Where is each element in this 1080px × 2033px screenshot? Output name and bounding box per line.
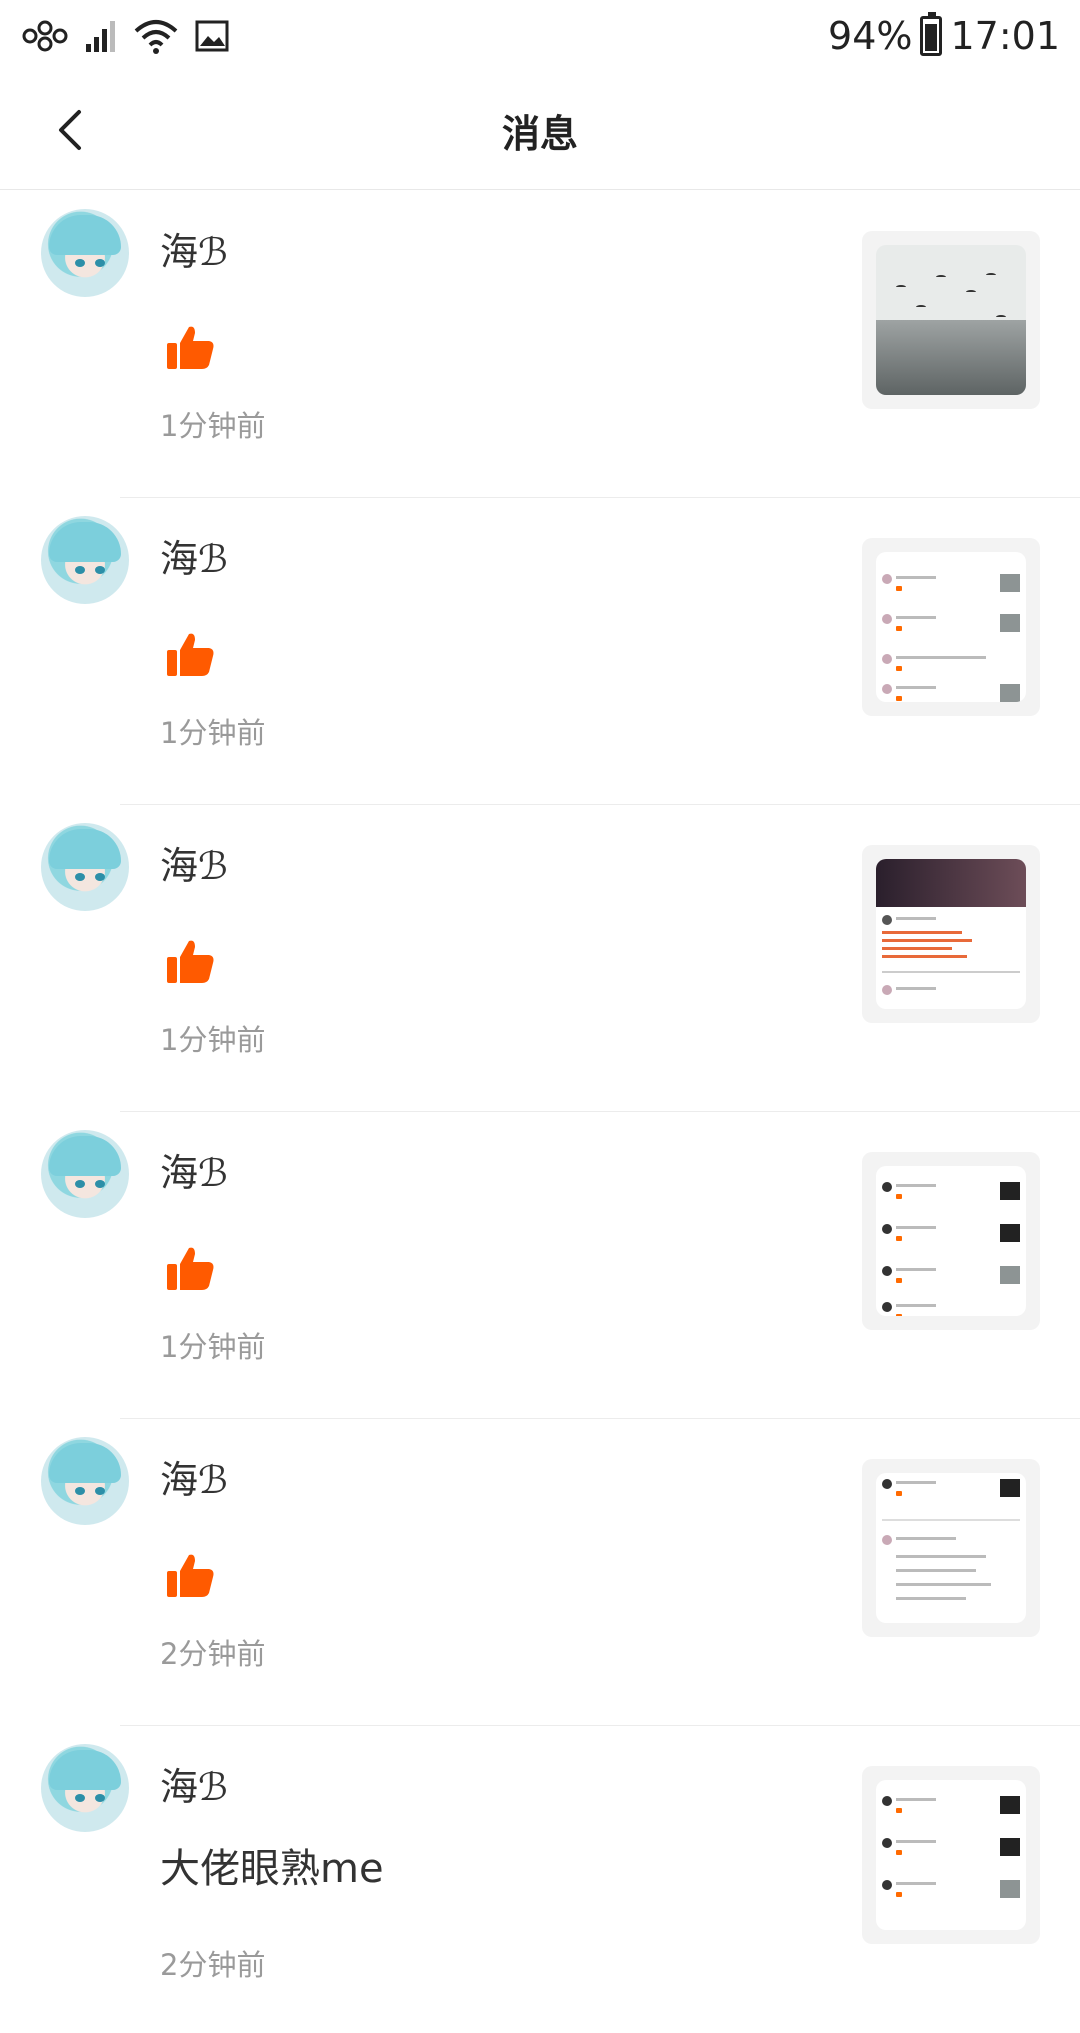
avatar[interactable] xyxy=(41,516,129,604)
post-thumbnail[interactable] xyxy=(862,1766,1040,1944)
page-title: 消息 xyxy=(501,112,578,156)
comments-screenshot xyxy=(876,1473,1026,1623)
timestamp: 1分钟前 xyxy=(160,716,266,750)
game-page-screenshot xyxy=(876,859,1026,1009)
status-bar: 94% 17:01 xyxy=(0,0,1080,72)
username[interactable]: 海ℬ xyxy=(160,528,228,583)
post-thumbnail[interactable] xyxy=(862,1459,1040,1637)
battery-icon xyxy=(920,12,943,56)
message-list[interactable]: 海ℬ 1分钟前 海ℬ 1分钟前 海ℬ 1分钟前 海ℬ 1分钟前 海ℬ 2分钟前 … xyxy=(0,191,1080,2033)
status-icons-right: 94% 17:01 xyxy=(828,12,1060,58)
comment-text: 大佬眼熟me xyxy=(160,1846,384,1892)
avatar[interactable] xyxy=(41,1744,129,1832)
timestamp: 1分钟前 xyxy=(160,1023,266,1057)
gallery-icon xyxy=(195,20,229,52)
back-button[interactable] xyxy=(40,100,100,160)
post-thumbnail[interactable] xyxy=(862,1152,1040,1330)
message-item[interactable]: 海ℬ 1分钟前 xyxy=(0,191,1080,498)
likes-list-screenshot xyxy=(876,1166,1026,1316)
thumbs-up-icon xyxy=(167,1247,214,1290)
timestamp: 2分钟前 xyxy=(160,1637,266,1671)
post-thumbnail[interactable] xyxy=(862,231,1040,409)
battery-percent: 94% xyxy=(828,14,913,58)
likes-list-screenshot xyxy=(876,1780,1026,1930)
likes-list-screenshot xyxy=(876,552,1026,702)
message-item[interactable]: 海ℬ 大佬眼熟me 2分钟前 xyxy=(0,1726,1080,2033)
wifi-icon xyxy=(134,20,178,54)
avatar[interactable] xyxy=(41,1130,129,1218)
message-item[interactable]: 海ℬ 2分钟前 xyxy=(0,1419,1080,1726)
message-item[interactable]: 海ℬ 1分钟前 xyxy=(0,805,1080,1112)
timestamp: 1分钟前 xyxy=(160,409,266,443)
message-item[interactable]: 海ℬ 1分钟前 xyxy=(0,498,1080,805)
username[interactable]: 海ℬ xyxy=(160,221,228,276)
chevron-left-icon xyxy=(59,110,81,150)
clock: 17:01 xyxy=(950,14,1060,58)
avatar[interactable] xyxy=(41,823,129,911)
avatar[interactable] xyxy=(41,209,129,297)
username[interactable]: 海ℬ xyxy=(160,1756,228,1811)
message-item[interactable]: 海ℬ 1分钟前 xyxy=(0,1112,1080,1419)
post-thumbnail[interactable] xyxy=(862,538,1040,716)
thumbs-up-icon xyxy=(167,326,214,369)
thumbs-up-icon xyxy=(167,633,214,676)
status-icons-left xyxy=(20,17,230,55)
username[interactable]: 海ℬ xyxy=(160,1449,228,1504)
network-logo-icon xyxy=(22,20,68,52)
post-thumbnail[interactable] xyxy=(862,845,1040,1023)
header: 消息 xyxy=(0,72,1080,190)
timestamp: 1分钟前 xyxy=(160,1330,266,1364)
seagull-photo xyxy=(876,245,1026,395)
signal-icon xyxy=(86,21,115,52)
username[interactable]: 海ℬ xyxy=(160,1142,228,1197)
timestamp: 2分钟前 xyxy=(160,1948,266,1982)
thumbs-up-icon xyxy=(167,1554,214,1597)
thumbs-up-icon xyxy=(167,940,214,983)
username[interactable]: 海ℬ xyxy=(160,835,228,890)
avatar[interactable] xyxy=(41,1437,129,1525)
